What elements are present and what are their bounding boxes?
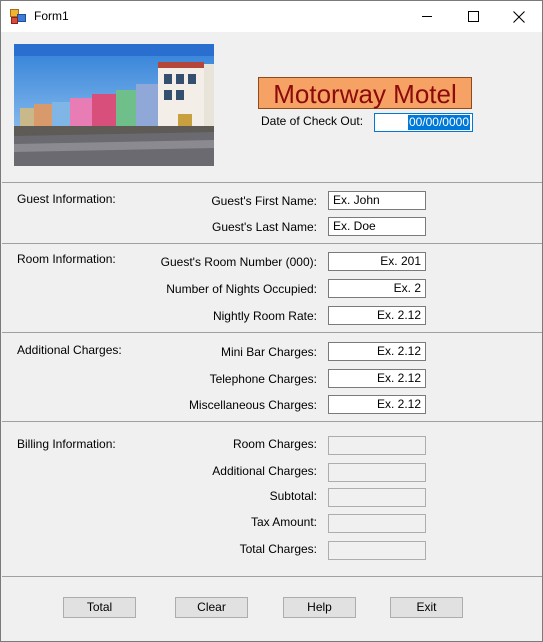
billing-section-label: Billing Information: xyxy=(17,437,116,451)
total-button[interactable]: Total xyxy=(63,597,136,618)
telephone-input[interactable]: Ex. 2.12 xyxy=(328,369,426,388)
misc-input[interactable]: Ex. 2.12 xyxy=(328,395,426,414)
clear-button[interactable]: Clear xyxy=(175,597,248,618)
subtotal-output xyxy=(328,488,426,507)
help-button[interactable]: Help xyxy=(283,597,356,618)
subtotal-label: Subtotal: xyxy=(269,489,317,503)
room-number-input[interactable]: Ex. 201 xyxy=(328,252,426,271)
nights-input[interactable]: Ex. 2 xyxy=(328,279,426,298)
title-bar: Form1 xyxy=(1,1,542,32)
room-number-label: Guest's Room Number (000): xyxy=(160,255,317,269)
window-title: Form1 xyxy=(34,9,69,23)
additional-section-label: Additional Charges: xyxy=(17,343,122,357)
minibar-input[interactable]: Ex. 2.12 xyxy=(328,342,426,361)
form-window: Form1 Motorway Motel Date of Check Out: … xyxy=(0,0,543,642)
nightly-rate-label: Nightly Room Rate: xyxy=(212,309,317,323)
motel-title: Motorway Motel xyxy=(258,77,472,109)
room-charges-output xyxy=(328,436,426,455)
maximize-icon xyxy=(468,11,479,22)
total-charges-label: Total Charges: xyxy=(239,542,317,556)
maximize-button[interactable] xyxy=(450,1,496,32)
checkout-date-input[interactable]: 00/00/0000 xyxy=(374,113,473,132)
checkout-date-label: Date of Check Out: xyxy=(261,114,364,128)
close-button[interactable] xyxy=(496,1,542,32)
telephone-label: Telephone Charges: xyxy=(209,372,317,386)
app-icon xyxy=(10,9,26,24)
additional-charges-output xyxy=(328,463,426,482)
separator-2 xyxy=(2,243,542,244)
separator-3 xyxy=(2,332,542,333)
additional-charges-label: Additional Charges: xyxy=(212,464,317,478)
tax-label: Tax Amount: xyxy=(250,515,317,529)
misc-label: Miscellaneous Charges: xyxy=(188,398,317,412)
minibar-label: Mini Bar Charges: xyxy=(220,345,317,359)
last-name-input[interactable]: Ex. Doe xyxy=(328,217,426,236)
room-section-label: Room Information: xyxy=(17,252,116,266)
separator-5 xyxy=(2,576,542,577)
tax-output xyxy=(328,514,426,533)
exit-button[interactable]: Exit xyxy=(390,597,463,618)
separator-1 xyxy=(2,182,542,183)
nights-label: Number of Nights Occupied: xyxy=(166,282,317,296)
total-charges-output xyxy=(328,541,426,560)
minimize-button[interactable] xyxy=(404,1,450,32)
nightly-rate-input[interactable]: Ex. 2.12 xyxy=(328,306,426,325)
close-icon xyxy=(513,11,525,23)
first-name-label: Guest's First Name: xyxy=(211,194,317,208)
first-name-input[interactable]: Ex. John xyxy=(328,191,426,210)
minimize-icon xyxy=(422,16,432,17)
separator-4 xyxy=(2,421,542,422)
room-charges-label: Room Charges: xyxy=(232,437,317,451)
guest-section-label: Guest Information: xyxy=(17,192,116,206)
last-name-label: Guest's Last Name: xyxy=(212,220,317,234)
motel-photo xyxy=(14,44,214,166)
checkout-date-value: 00/00/0000 xyxy=(407,115,470,130)
